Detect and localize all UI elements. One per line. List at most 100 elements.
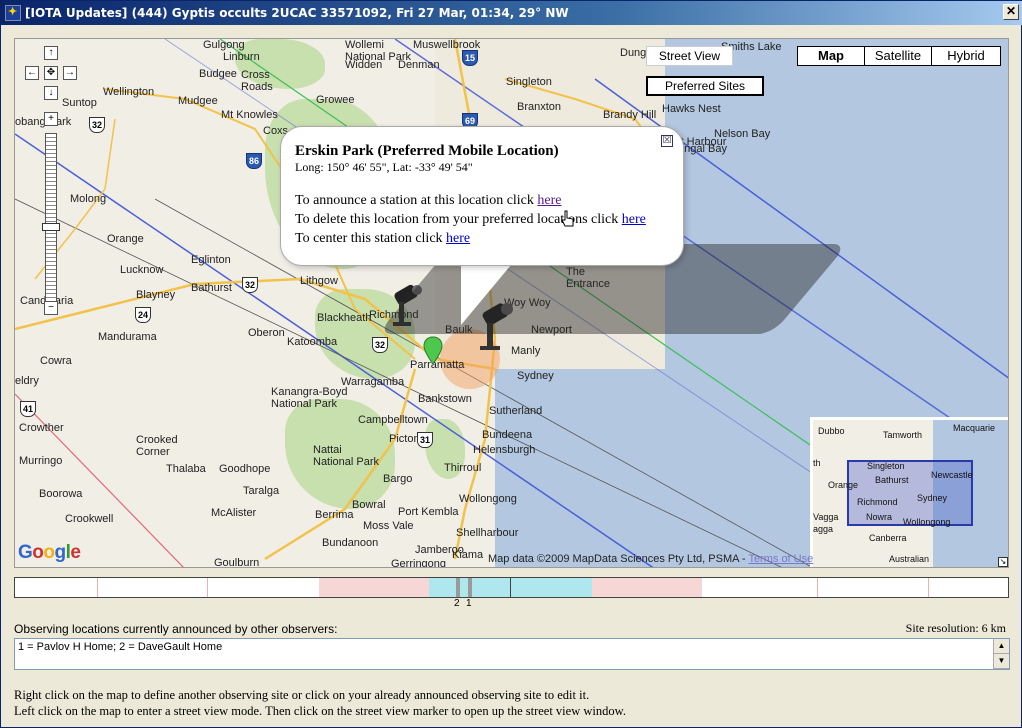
overview-city-label: Dubbo xyxy=(818,426,845,436)
timeline-tick xyxy=(97,578,98,597)
city-label: Thalaba xyxy=(166,463,206,475)
center-line: To center this station click here xyxy=(295,229,669,248)
close-window-button[interactable]: ✕ xyxy=(1003,4,1019,20)
city-label: Suntop xyxy=(62,97,97,109)
city-label: Kanangra-Boyd National Park xyxy=(271,386,348,410)
city-label: Moss Vale xyxy=(363,520,414,532)
pan-left-button[interactable]: ← xyxy=(25,66,39,80)
city-label: Orange xyxy=(107,233,144,245)
scroll-up-icon[interactable]: ▲ xyxy=(994,639,1009,654)
city-label: Mt Knowles xyxy=(221,109,278,121)
timeline-segment-red xyxy=(319,578,429,597)
zoom-out-button[interactable]: − xyxy=(44,301,58,315)
city-label: Budgee xyxy=(199,68,237,80)
overview-city-label: Bathurst xyxy=(875,475,909,485)
overview-city-label: Richmond xyxy=(857,497,898,507)
site-resolution: Site resolution: 6 km xyxy=(905,621,1006,635)
city-label: Linburn xyxy=(223,51,260,63)
map-type-hybrid-button[interactable]: Hybrid xyxy=(931,46,1001,66)
highway-shield-icon: 41 xyxy=(20,401,36,417)
city-label: Kiama xyxy=(452,549,484,561)
highway-shield-icon: 32 xyxy=(89,117,105,133)
terms-of-use-link[interactable]: Terms of Use xyxy=(748,553,813,565)
pan-center-button[interactable]: ✥ xyxy=(44,66,58,80)
preferred-sites-button[interactable]: Preferred Sites xyxy=(646,76,764,96)
city-label: Lucknow xyxy=(120,264,164,276)
overview-city-label: Macquarie xyxy=(953,423,996,433)
observers-list[interactable]: 1 = Pavlov H Home; 2 = DaveGault Home ▲ … xyxy=(14,638,1010,670)
city-label: Gerringong xyxy=(391,558,447,568)
pan-right-button[interactable]: → xyxy=(63,66,77,80)
highway-shield-icon: 24 xyxy=(135,307,151,323)
map-type-map-button[interactable]: Map xyxy=(797,46,865,66)
announce-line: To announce a station at this location c… xyxy=(295,191,669,210)
highway-shield-icon: 15 xyxy=(462,50,478,66)
overview-city-label: agga xyxy=(813,524,834,534)
pan-up-button[interactable]: ↑ xyxy=(44,46,58,60)
observers-scrollbar[interactable]: ▲ ▼ xyxy=(993,639,1009,669)
info-bubble-tail xyxy=(461,265,511,325)
city-label: Katoomba xyxy=(287,336,338,348)
help-text-line-2: Left click on the map to enter a street … xyxy=(14,704,626,718)
city-label: Bundeena xyxy=(482,429,533,441)
timeline-tick xyxy=(817,578,818,597)
city-label: Campbelltown xyxy=(358,414,428,426)
overview-city-label: Canberra xyxy=(869,533,907,543)
city-label: Sydney xyxy=(517,370,554,382)
map-copyright: Map data ©2009 MapData Sciences Pty Ltd,… xyxy=(488,553,813,565)
city-label: Sutherland xyxy=(489,405,543,417)
street-view-button[interactable]: Street View xyxy=(646,46,733,66)
highway-shield-icon: 31 xyxy=(417,432,433,448)
city-label: Cross Roads xyxy=(241,69,273,93)
city-label: Thirroul xyxy=(444,462,482,474)
city-label: Picton xyxy=(389,433,420,445)
city-label: Berrima xyxy=(315,509,354,521)
announce-here-link[interactable]: here xyxy=(537,193,561,208)
city-label: Murringo xyxy=(19,455,63,467)
overview-city-label: Orange xyxy=(828,480,859,490)
city-label: Cowra xyxy=(40,355,72,367)
timeline-label-1: 1 xyxy=(466,598,472,609)
city-label: McAlister xyxy=(211,507,257,519)
timeline-tick xyxy=(928,578,929,597)
zoom-slider-knob[interactable] xyxy=(42,223,60,231)
overview-city-label: Nowra xyxy=(866,512,893,522)
city-label: Goulburn xyxy=(214,557,260,568)
city-label: Bowral xyxy=(352,499,386,511)
city-label: Bundanoon xyxy=(322,537,379,549)
city-label: Mandurama xyxy=(98,331,157,343)
app-window: [IOTA Updates] (444) Gyptis occults 2UCA… xyxy=(0,0,1022,728)
pan-down-button[interactable]: ↓ xyxy=(44,86,58,100)
city-label: Bargo xyxy=(383,473,413,485)
overview-city-label: Australian xyxy=(889,554,930,564)
city-label: Blackheath xyxy=(317,312,372,324)
map-type-satellite-button[interactable]: Satellite xyxy=(864,46,932,66)
overview-city-label: Sydney xyxy=(917,493,948,503)
city-label: Port Kembla xyxy=(398,506,459,518)
occultation-timeline[interactable] xyxy=(14,577,1009,598)
delete-line: To delete this location from your prefer… xyxy=(295,210,669,229)
city-label: Brandy Hill xyxy=(603,109,657,121)
timeline-tick xyxy=(207,578,208,597)
green-location-marker-icon[interactable] xyxy=(423,336,443,366)
app-icon xyxy=(5,5,21,21)
help-text-line-1: Right click on the map to define another… xyxy=(14,688,590,702)
city-label: Denman xyxy=(398,59,440,71)
city-label: Widden xyxy=(345,59,383,71)
map-view[interactable]: Gulgong Wollemi National Park Muswellbrook D… xyxy=(14,38,1009,568)
center-here-link[interactable]: here xyxy=(446,231,470,246)
overview-toggle-icon[interactable]: ↘ xyxy=(998,557,1008,567)
city-label: Branxton xyxy=(517,101,562,113)
overview-city-label: Newcastle xyxy=(931,470,973,480)
overview-map[interactable]: Dubbo Tamworth Macquarie th Singleton Newcast… xyxy=(810,417,1008,567)
zoom-in-button[interactable]: + xyxy=(44,112,58,126)
overview-city-label: th xyxy=(813,458,821,468)
delete-here-link[interactable]: here xyxy=(622,212,646,227)
center-text: To center this station click xyxy=(295,231,447,246)
copyright-text: Map data ©2009 MapData Sciences Pty Ltd,… xyxy=(488,553,749,565)
timeline-segment-red xyxy=(592,578,702,597)
scroll-down-icon[interactable]: ▼ xyxy=(994,654,1009,669)
city-label: Crowther xyxy=(19,422,64,434)
city-label: Goodhope xyxy=(219,463,271,475)
bubble-close-icon[interactable]: ☒ xyxy=(661,135,673,147)
